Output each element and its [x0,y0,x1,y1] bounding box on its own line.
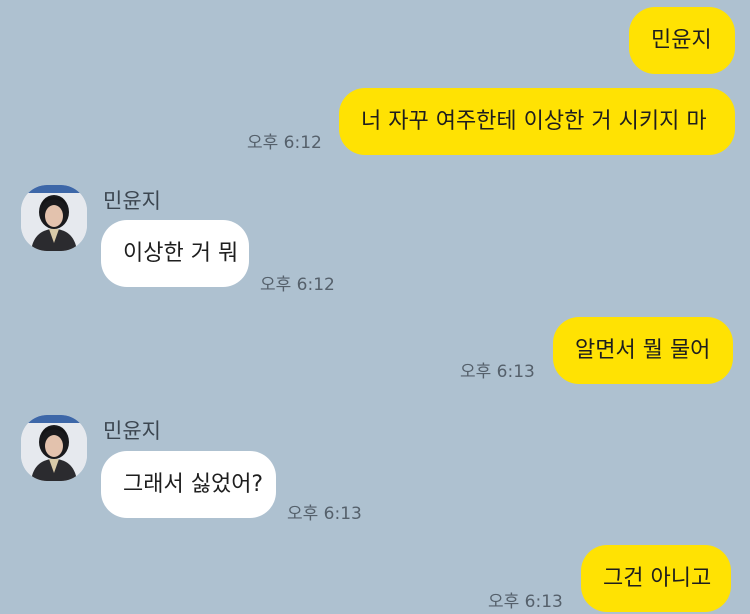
message-time: 오후 6:12 [247,133,322,153]
message-time: 오후 6:13 [460,362,535,382]
my-message-bubble[interactable]: 알면서 뭘 물어 [553,317,733,384]
my-message-bubble[interactable]: 민윤지 [629,7,735,74]
message-time: 오후 6:13 [488,592,563,612]
avatar[interactable] [21,185,87,251]
message-time: 오후 6:13 [287,504,362,524]
chat-area: 민윤지 오후 6:12 너 자꾸 여주한테 이상한 거 시키지 마 민윤지 이상… [0,0,750,614]
other-message-bubble[interactable]: 그래서 싫었어? [101,451,276,518]
avatar[interactable] [21,415,87,481]
message-time: 오후 6:12 [260,275,335,295]
other-message-bubble[interactable]: 이상한 거 뭐 [101,220,249,287]
profile-photo-icon [21,415,87,481]
profile-photo-icon [21,185,87,251]
my-message-bubble[interactable]: 너 자꾸 여주한테 이상한 거 시키지 마 [339,88,735,155]
sender-name: 민윤지 [103,419,161,443]
my-message-bubble[interactable]: 그건 아니고 [581,545,731,612]
sender-name: 민윤지 [103,189,161,213]
